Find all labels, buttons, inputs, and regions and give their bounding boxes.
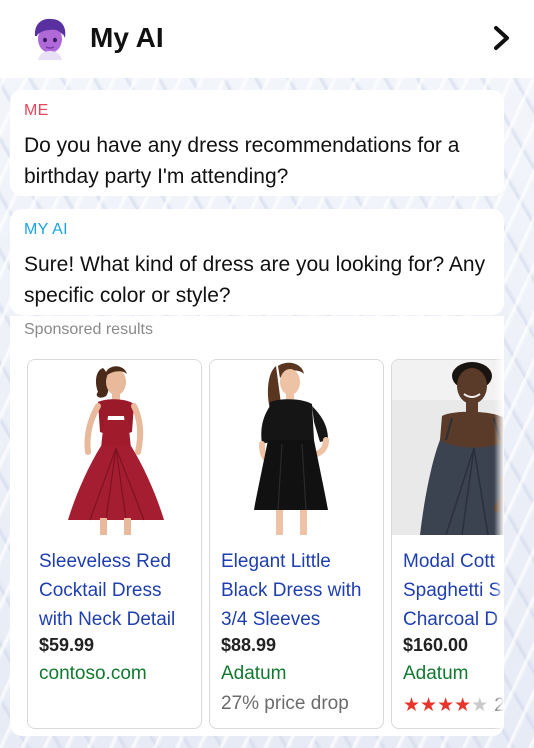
star-rating: ★★★★★2 [403,694,504,717]
chevron-right-icon[interactable] [490,24,514,52]
star-full-icon: ★ [420,695,438,716]
product-price: $88.99 [221,635,277,655]
sender-label-ai: MY AI [24,221,68,238]
product-card[interactable]: Sleeveless Red Cocktail Dress with Neck … [27,359,202,729]
message-bubble-ai: MY AI Sure! What kind of dress are you l… [10,209,504,315]
product-seller: contoso.com [39,663,147,684]
product-card[interactable]: Modal Cott Spaghetti S Charcoal D $160.0… [391,359,504,729]
bitmoji-avatar-icon[interactable] [26,14,74,62]
carousel-fade-edge [494,359,504,731]
star-empty-icon: ★ [471,695,489,716]
star-full-icon: ★ [454,695,472,716]
sponsored-label: Sponsored results [24,321,153,338]
sponsored-results-panel: Sponsored results Sleeveless Red Cocktai… [10,316,504,736]
product-price: $160.00 [403,635,469,655]
chat-header: My AI [0,0,534,78]
product-name-line[interactable]: Charcoal D [403,605,504,634]
message-bubble-me: ME Do you have any dress recommendations… [10,90,504,196]
price-drop-note: 27% price drop [221,693,349,714]
product-name[interactable]: Sleeveless Red Cocktail Dress with Neck … [39,547,199,634]
product-card[interactable]: Elegant Little Black Dress with 3/4 Slee… [209,359,384,729]
star-full-icon: ★ [403,695,421,716]
product-price: $59.99 [39,635,95,655]
product-name[interactable]: Elegant Little Black Dress with 3/4 Slee… [221,547,381,634]
sender-label-me: ME [24,102,49,119]
product-seller: Adatum [221,663,287,684]
star-full-icon: ★ [437,695,455,716]
message-text-me: Do you have any dress recommendations fo… [24,134,460,188]
chat-title: My AI [90,22,164,53]
product-name-line[interactable]: Spaghetti S [403,576,504,605]
product-seller: Adatum [403,663,469,684]
message-text-ai: Sure! What kind of dress are you looking… [24,253,486,307]
product-name-line[interactable]: Modal Cott [403,547,504,576]
charcoal-dress-photo[interactable] [392,360,504,535]
red-dress-photo[interactable] [28,360,201,535]
black-dress-photo[interactable] [210,360,383,535]
